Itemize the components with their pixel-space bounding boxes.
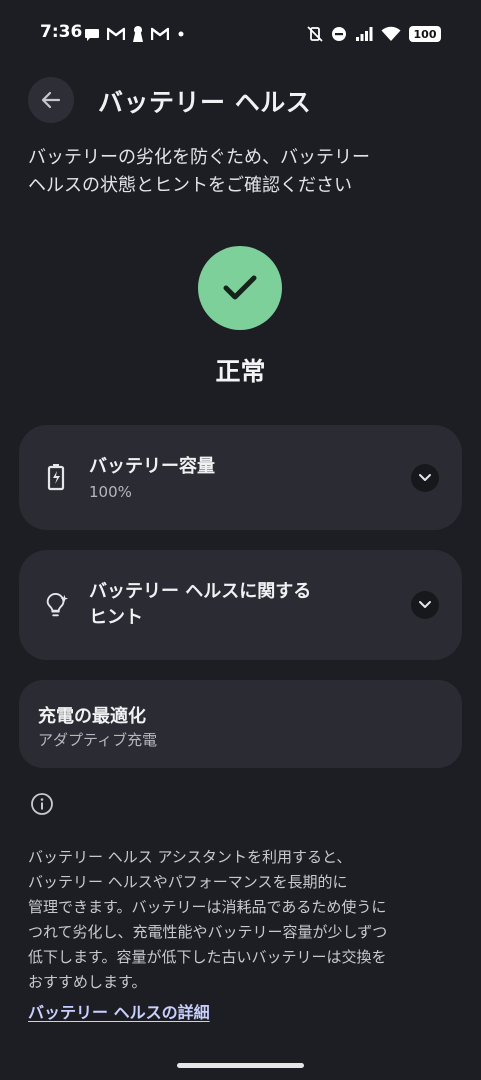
expand-capacity-button[interactable] (411, 464, 439, 492)
battery-capacity-card[interactable]: バッテリー容量 100% (19, 425, 462, 530)
page-title: バッテリー ヘルス (98, 88, 312, 117)
status-bar: 7:36 100 (0, 0, 481, 68)
battery-health-details-link[interactable]: バッテリー ヘルスの詳細 (28, 999, 210, 1023)
lightbulb-sparkle-icon (43, 591, 69, 621)
battery-indicator: 100 (409, 26, 441, 42)
info-text-line: おすすめします。 (28, 973, 147, 991)
gmail-icon (107, 27, 125, 40)
battery-tips-card[interactable]: バッテリー ヘルスに関する ヒント (19, 550, 462, 660)
battery-capacity-value: 100% (89, 483, 132, 501)
battery-tips-title-line: ヒント (89, 607, 143, 628)
description-line: バッテリーの劣化を防ぐため、バッテリー (28, 147, 370, 168)
info-text-line: 管理できます。バッテリーは消耗品であるため使うに (28, 898, 387, 916)
page-description: バッテリーの劣化を防ぐため、バッテリー ヘルスの状態とヒントをご確認ください (28, 144, 428, 200)
description-line: ヘルスの状態とヒントをご確認ください (28, 175, 352, 196)
back-button[interactable] (28, 77, 74, 123)
gmail-icon (151, 27, 169, 40)
chevron-down-icon (419, 601, 431, 608)
battery-charging-icon (43, 462, 69, 492)
signal-icon (356, 27, 373, 41)
battery-tips-title: バッテリー ヘルスに関する ヒント (89, 579, 311, 631)
do-not-disturb-icon (332, 27, 346, 41)
chat-bubble-icon (85, 29, 99, 41)
info-text-line: 低下します。容量が低下した古いバッテリーは交換を (28, 948, 387, 966)
info-text-line: バッテリー ヘルスやパフォーマンスを長期的に (28, 873, 348, 891)
info-text: バッテリー ヘルス アシスタントを利用すると、 バッテリー ヘルスやパフォーマン… (28, 845, 448, 995)
checkmark-icon (223, 275, 257, 300)
status-time: 7:36 (40, 22, 83, 42)
keyhole-icon (133, 26, 143, 42)
chevron-down-icon (419, 474, 431, 481)
info-text-line: つれて劣化し、充電性能やバッテリー容量が少しずつ (28, 923, 388, 941)
battery-tips-title-line: バッテリー ヘルスに関する (89, 581, 312, 602)
dot-icon (178, 31, 184, 37)
info-icon (31, 793, 53, 815)
expand-tips-button[interactable] (411, 591, 439, 619)
vibrate-off-icon (307, 26, 323, 42)
charge-optimization-title: 充電の最適化 (38, 706, 146, 727)
health-status-label: 正常 (215, 357, 266, 386)
gesture-nav-handle[interactable] (177, 1063, 304, 1068)
wifi-icon (381, 26, 401, 41)
arrow-left-icon (41, 91, 61, 109)
charge-optimization-subtitle: アダプティブ充電 (38, 731, 158, 749)
health-status-badge (198, 246, 282, 330)
system-icons: 100 (307, 24, 441, 44)
charge-optimization-card[interactable]: 充電の最適化 アダプティブ充電 (19, 680, 462, 768)
notification-icons (84, 24, 186, 44)
info-text-line: バッテリー ヘルス アシスタントを利用すると、 (28, 848, 352, 866)
battery-capacity-title: バッテリー容量 (89, 456, 215, 477)
